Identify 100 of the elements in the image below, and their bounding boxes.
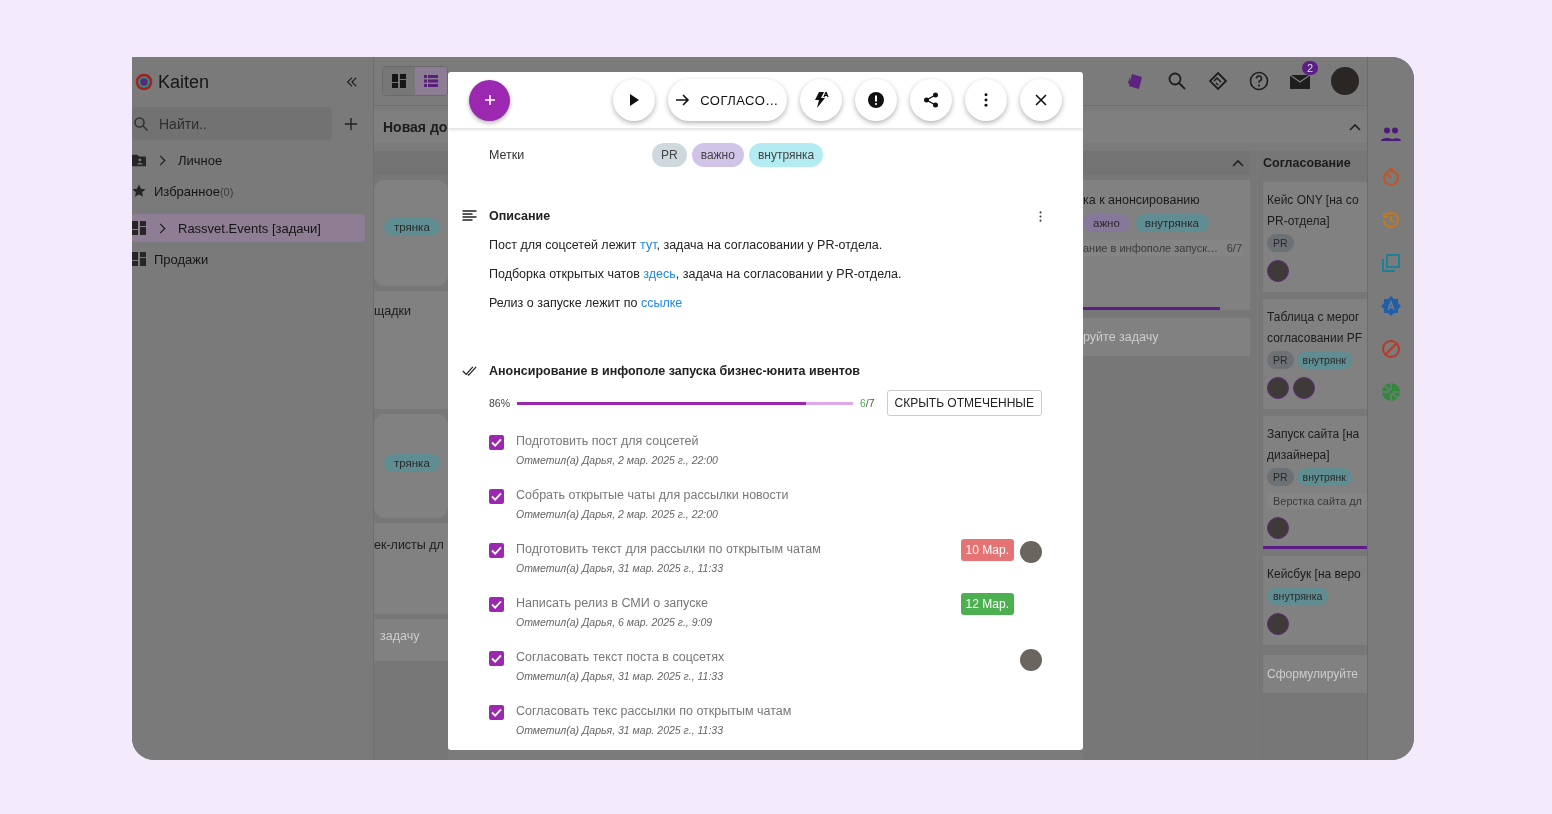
checklist-item-text[interactable]: Подготовить пост для соцсетей (516, 434, 1020, 448)
task-card[interactable]: задачу (374, 619, 448, 661)
search-icon[interactable] (1167, 71, 1187, 91)
search-input[interactable]: Найти.. (157, 114, 321, 133)
checklist-item-text[interactable]: Подготовить текст для рассылки по открытым чатам (516, 542, 961, 556)
view-tab[interactable] (383, 67, 415, 95)
checkbox[interactable] (489, 543, 504, 558)
assignee-avatar[interactable] (1020, 649, 1042, 671)
card-title: ек-листы дл (374, 537, 444, 553)
task-card[interactable]: ек-листы дл (374, 523, 448, 614)
task-card[interactable]: щадки (374, 291, 448, 409)
checklist-item-text[interactable]: Собрать открытые чаты для рассылки новости (516, 488, 1020, 502)
checkbox[interactable] (489, 435, 504, 450)
card-title: Таблица с мерог (1267, 309, 1361, 325)
tag[interactable]: внутрянка (748, 143, 824, 167)
check-icon (491, 654, 502, 663)
tag[interactable]: PR (652, 143, 687, 167)
link[interactable]: здесь (643, 267, 676, 281)
share-button[interactable] (910, 79, 952, 121)
collapse-chevron-icon[interactable] (1232, 159, 1244, 167)
description-paragraph: Подборка открытых чатов здесь, задача на согласовании у PR-отдела. (488, 266, 903, 283)
task-card[interactable]: ка к анонсированию ажно внутрянка ание в инфополе запуск… 6/7 (1083, 180, 1250, 310)
due-date-badge[interactable]: 10 Мар. (960, 539, 1014, 561)
collapse-chevron-icon[interactable] (1349, 123, 1361, 131)
card-title: Кейс ONY [на со (1267, 192, 1360, 208)
close-icon (1035, 94, 1047, 106)
blocker-button[interactable] (855, 79, 897, 121)
add-icon[interactable] (344, 116, 358, 131)
tag: PR (1267, 234, 1294, 252)
checkbox[interactable] (489, 651, 504, 666)
checked-by-note: Отметил(а) Дарья, 2 мар. 2025 г., 22:00 (516, 454, 719, 466)
automation-button[interactable] (800, 79, 842, 121)
tag: трянка (384, 454, 440, 472)
sidebar-item[interactable]: Личное (132, 146, 365, 174)
progress-percent: 86% (489, 397, 511, 409)
tag: трянка (384, 218, 440, 236)
close-button[interactable] (1020, 79, 1062, 121)
add-icon (483, 94, 496, 106)
sidebar-item[interactable]: Продажи (132, 245, 365, 273)
add-button[interactable] (469, 79, 510, 121)
play-icon (628, 94, 640, 106)
help-icon[interactable] (1249, 71, 1269, 91)
logo-icon (134, 72, 154, 92)
card-title: дизайнера] (1267, 447, 1331, 463)
checklist-summary: ание в инфополе запуск… 6/7 (1083, 240, 1242, 256)
chevron-icon[interactable] (158, 222, 166, 234)
task-card[interactable]: Кейс ONY [на со PR-отдела] PR (1263, 182, 1367, 292)
assignee-avatar[interactable] (1020, 541, 1042, 563)
task-card[interactable]: Таблица с мерог согласовании PF PR внутрянк (1263, 299, 1367, 409)
star-icon (132, 184, 146, 198)
card-title: Запуск сайта [на (1267, 426, 1361, 442)
chevron-icon[interactable] (158, 154, 166, 166)
checklist-summary: Верстка сайта дл (1267, 493, 1367, 509)
grid-icon (392, 74, 406, 88)
tag: внутрянк (1296, 468, 1352, 486)
new-task-placeholder[interactable]: Сформулируйте (1263, 655, 1367, 693)
link[interactable]: ссылке (640, 296, 683, 310)
share-icon (923, 92, 939, 108)
assignee-avatar (1267, 517, 1289, 539)
new-task-placeholder[interactable]: задачу (380, 629, 420, 643)
new-task-placeholder[interactable]: руйте задачу (1083, 318, 1250, 356)
check-icon (491, 600, 502, 609)
board-icon (132, 252, 146, 266)
user-avatar[interactable] (1331, 67, 1359, 95)
checklist-title: Анонсирование в инфополе запуска бизнес-юнита ивентов (489, 364, 860, 378)
view-tab[interactable] (415, 67, 447, 95)
move-status-button[interactable]: СОГЛАСО… (668, 79, 787, 121)
due-date-badge[interactable]: 12 Мар. (960, 593, 1014, 615)
checkbox[interactable] (489, 597, 504, 612)
card-title: Кейсбук [на веро (1267, 566, 1362, 582)
hide-checked-button[interactable]: СКРЫТЬ ОТМЕЧЕННЫЕ (886, 390, 1042, 416)
collapse-icon[interactable] (345, 75, 359, 89)
checklist-item-text[interactable]: Написать релиз в СМИ о запуске (516, 596, 961, 610)
lightning-icon (813, 92, 829, 108)
assignee-avatar (1267, 377, 1289, 399)
app-name: Kaiten (158, 71, 210, 93)
field-label: Метки (489, 148, 526, 162)
search-field[interactable]: Найти.. (132, 107, 332, 140)
task-card[interactable]: трянка (374, 414, 448, 518)
sidebar-item[interactable]: Избранное(0) (132, 177, 365, 205)
start-button[interactable] (613, 79, 655, 121)
card-title: согласовании PF (1267, 330, 1364, 346)
search-icon (133, 115, 149, 132)
section-title: Описание (489, 209, 551, 223)
card-title: PR-отдела] (1267, 213, 1331, 229)
sidebar-item[interactable]: Rassvet.Events [задачи] (132, 214, 365, 242)
task-card[interactable]: трянка (374, 180, 448, 286)
column-title: Согласование (1263, 155, 1352, 172)
task-card[interactable]: Кейсбук [на веро внутрянка (1263, 556, 1367, 645)
task-card[interactable]: Запуск сайта [на дизайнера] PR внутрянк Верстка сайта дл (1263, 416, 1367, 549)
checkbox[interactable] (489, 705, 504, 720)
checklist-item-text[interactable]: Согласовать текс рассылки по открытым чатам (516, 704, 1020, 718)
checklist-item-text[interactable]: Согласовать текст поста в соцсетях (516, 650, 1020, 664)
checkbox[interactable] (489, 489, 504, 504)
tag: внутрянка (1134, 214, 1209, 232)
more-icon[interactable] (1039, 210, 1042, 222)
tag[interactable]: важно (691, 143, 744, 167)
notification-count: 2 (1301, 61, 1318, 75)
alert-icon (868, 92, 884, 108)
tag: внутрянка (1267, 587, 1329, 605)
